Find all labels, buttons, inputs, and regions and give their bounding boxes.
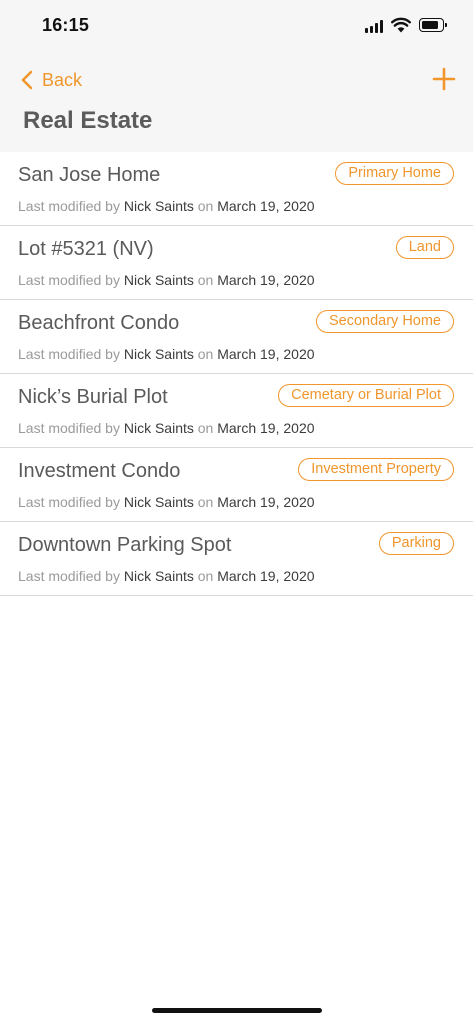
page-title: Real Estate [23, 107, 153, 134]
list-item-lot-5321[interactable]: Lot #5321 (NV) Land Last modified by Nic… [0, 226, 473, 300]
list-item-beachfront-condo[interactable]: Beachfront Condo Secondary Home Last mod… [0, 300, 473, 374]
type-badge: Primary Home [335, 162, 454, 185]
type-badge: Investment Property [298, 458, 454, 481]
status-bar: 16:15 [0, 0, 473, 50]
chevron-left-icon [21, 70, 33, 90]
list-item-downtown-parking-spot[interactable]: Downtown Parking Spot Parking Last modif… [0, 522, 473, 596]
type-badge: Cemetary or Burial Plot [278, 384, 454, 407]
item-name: San Jose Home [18, 164, 161, 186]
type-badge: Land [395, 236, 454, 259]
item-meta: Last modified by Nick Saints on March 19… [18, 494, 315, 510]
list-item-san-jose-home[interactable]: San Jose Home Primary Home Last modified… [0, 152, 473, 226]
type-badge: Secondary Home [315, 310, 454, 333]
status-time: 16:15 [42, 15, 90, 35]
item-name: Lot #5321 (NV) [18, 238, 154, 260]
item-name: Investment Condo [18, 460, 181, 482]
back-label: Back [42, 69, 83, 90]
item-meta: Last modified by Nick Saints on March 19… [18, 420, 315, 436]
wifi-icon [391, 17, 411, 33]
type-badge: Parking [378, 532, 454, 555]
real-estate-list: San Jose Home Primary Home Last modified… [0, 152, 473, 596]
plus-icon[interactable] [431, 66, 457, 92]
battery-icon [419, 18, 447, 32]
navigation-bar: Back [0, 60, 473, 100]
item-meta: Last modified by Nick Saints on March 19… [18, 346, 315, 362]
header-area: 16:15 Back Real Estate [0, 0, 473, 152]
list-item-burial-plot[interactable]: Nick’s Burial Plot Cemetary or Burial Pl… [0, 374, 473, 448]
home-indicator[interactable] [152, 1008, 322, 1013]
item-meta: Last modified by Nick Saints on March 19… [18, 272, 315, 288]
item-meta: Last modified by Nick Saints on March 19… [18, 198, 315, 214]
back-button[interactable]: Back [20, 67, 82, 93]
item-meta: Last modified by Nick Saints on March 19… [18, 568, 315, 584]
cellular-signal-icon [365, 19, 385, 33]
item-name: Beachfront Condo [18, 312, 180, 334]
item-name: Downtown Parking Spot [18, 534, 232, 556]
item-name: Nick’s Burial Plot [18, 386, 168, 408]
list-item-investment-condo[interactable]: Investment Condo Investment Property Las… [0, 448, 473, 522]
